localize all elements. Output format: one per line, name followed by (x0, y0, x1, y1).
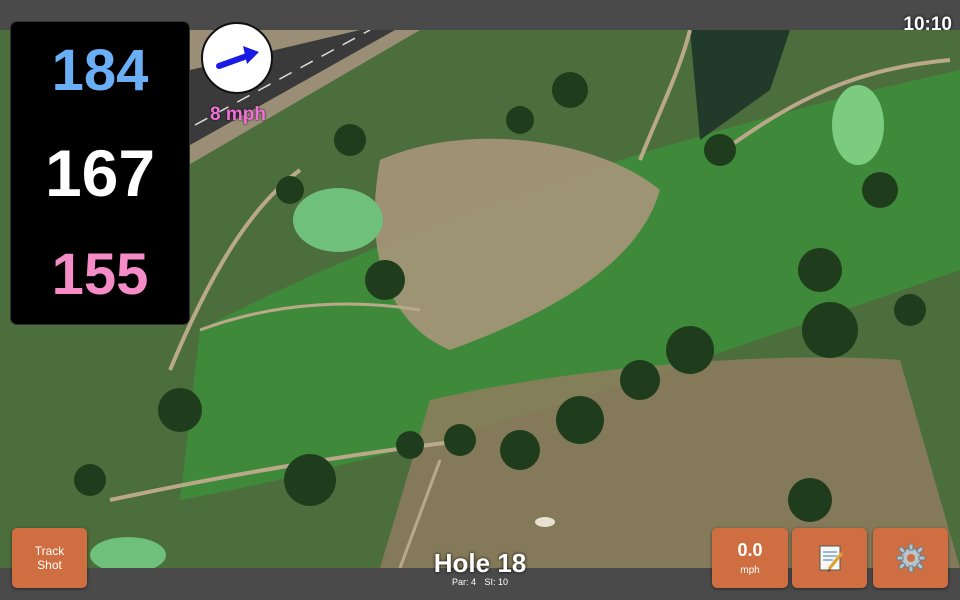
back-distance: 184 (51, 38, 149, 103)
front-distance: 155 (51, 242, 149, 307)
track-shot-button[interactable]: Track Shot (12, 528, 87, 588)
speed-button[interactable]: 0.0 mph (712, 528, 788, 588)
wind-speed: 8 mph (210, 104, 266, 125)
hole-meta: Par: 4 SI: 10 (380, 577, 580, 587)
gear-icon (896, 543, 925, 573)
speed-unit: mph (740, 565, 760, 576)
center-distance: 167 (44, 136, 156, 210)
settings-button[interactable] (873, 528, 948, 588)
distance-panel: 184 167 155 (11, 22, 189, 324)
track-shot-label: Track Shot (34, 544, 65, 572)
notes-button[interactable] (792, 528, 867, 588)
hole-stroke-index: SI: 10 (484, 577, 509, 587)
hole-par: Par: 4 (451, 577, 476, 587)
wind-arrow-icon (216, 46, 259, 69)
speed-value: 0.0 (737, 540, 763, 560)
wind-direction-dial (201, 22, 273, 94)
notepad-icon (819, 545, 843, 572)
hole-title: Hole 18 (433, 548, 527, 578)
